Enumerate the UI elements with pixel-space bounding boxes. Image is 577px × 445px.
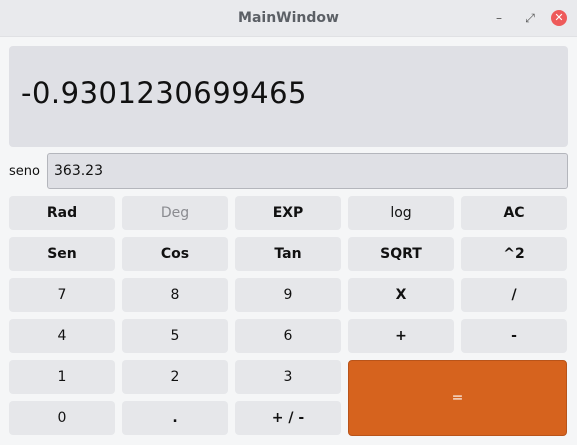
ac-button[interactable]: AC	[461, 196, 567, 230]
sqrt-button[interactable]: SQRT	[348, 237, 454, 271]
close-icon[interactable]: ✕	[551, 10, 567, 26]
digit-5-button[interactable]: 5	[122, 319, 228, 353]
title-bar: MainWindow – ⤢ ✕	[0, 0, 577, 37]
result-display: -0.9301230699465	[9, 46, 568, 147]
digit-1-button[interactable]: 1	[9, 360, 115, 394]
result-value: -0.9301230699465	[21, 76, 307, 110]
cos-button[interactable]: Cos	[122, 237, 228, 271]
digit-9-button[interactable]: 9	[235, 278, 341, 312]
digit-8-button[interactable]: 8	[122, 278, 228, 312]
deg-button: Deg	[122, 196, 228, 230]
plus-button[interactable]: +	[348, 319, 454, 353]
input-label: seno	[9, 164, 40, 179]
digit-3-button[interactable]: 3	[235, 360, 341, 394]
digit-4-button[interactable]: 4	[9, 319, 115, 353]
seno-input[interactable]	[47, 153, 568, 189]
digit-0-button[interactable]: 0	[9, 401, 115, 435]
minus-button[interactable]: -	[461, 319, 567, 353]
sen-button[interactable]: Sen	[9, 237, 115, 271]
minimize-icon[interactable]: –	[491, 10, 507, 26]
toggle-sign-button[interactable]: + / -	[235, 401, 341, 435]
maximize-icon[interactable]: ⤢	[522, 10, 538, 26]
decimal-point-button[interactable]: .	[122, 401, 228, 435]
digit-7-button[interactable]: 7	[9, 278, 115, 312]
rad-button[interactable]: Rad	[9, 196, 115, 230]
digit-2-button[interactable]: 2	[122, 360, 228, 394]
square-button[interactable]: ^2	[461, 237, 567, 271]
digit-6-button[interactable]: 6	[235, 319, 341, 353]
tan-button[interactable]: Tan	[235, 237, 341, 271]
calculator-window: MainWindow – ⤢ ✕ -0.9301230699465 seno R…	[0, 0, 577, 445]
equals-button[interactable]: =	[348, 360, 567, 436]
divide-button[interactable]: /	[461, 278, 567, 312]
log-button[interactable]: log	[348, 196, 454, 230]
exp-button[interactable]: EXP	[235, 196, 341, 230]
multiply-button[interactable]: X	[348, 278, 454, 312]
